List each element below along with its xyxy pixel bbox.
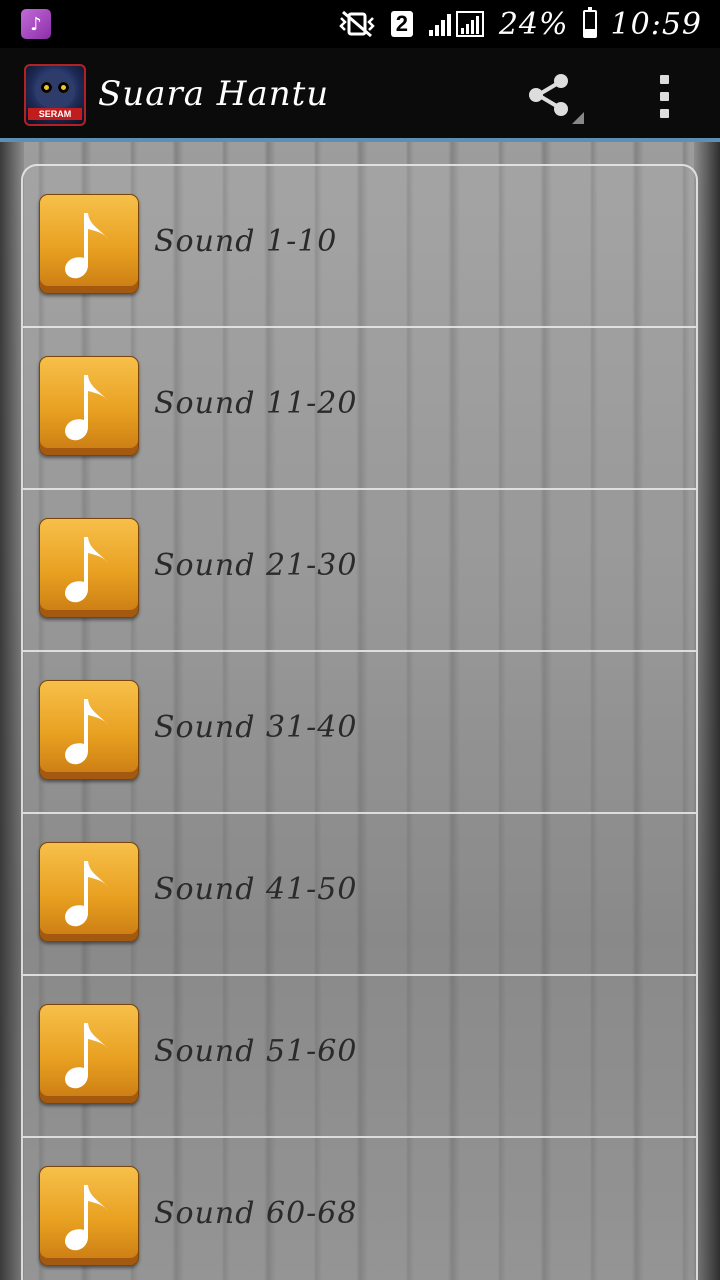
clock: 10:59 (610, 6, 702, 42)
share-button[interactable] (520, 66, 586, 126)
music-note-icon (39, 842, 139, 942)
list-item-label: Sound 31-40 (154, 710, 358, 745)
list-item-sound-11-20[interactable]: Sound 11-20 (23, 328, 696, 490)
list-item-label: Sound 60-68 (154, 1196, 358, 1231)
owl-icon (35, 72, 75, 108)
forest-background: Sound 1-10 Sound 11-20 Sound 21-30 Sound… (0, 142, 720, 1280)
list-item-sound-41-50[interactable]: Sound 41-50 (23, 814, 696, 976)
music-note-icon (39, 680, 139, 780)
music-notification-icon: ♪ (21, 9, 51, 39)
music-note-icon (39, 1004, 139, 1104)
overflow-dot-icon (659, 74, 669, 84)
music-note-icon (39, 356, 139, 456)
list-item-label: Sound 21-30 (154, 548, 358, 583)
vibrate-mute-icon (337, 10, 377, 38)
list-item-sound-21-30[interactable]: Sound 21-30 (23, 490, 696, 652)
list-item-sound-31-40[interactable]: Sound 31-40 (23, 652, 696, 814)
app-logo-text: SERAM (28, 108, 82, 120)
battery-icon (582, 7, 597, 38)
list-item-label: Sound 51-60 (154, 1034, 358, 1069)
music-note-icon (39, 194, 139, 294)
list-item-sound-1-10[interactable]: Sound 1-10 (23, 166, 696, 328)
sim-slot-badge: 2 (390, 11, 413, 37)
battery-percent: 24% (498, 6, 569, 42)
app-logo[interactable]: SERAM (24, 64, 86, 126)
overflow-menu-button[interactable] (646, 68, 682, 124)
status-bar: ♪ 2 24% 10:59 (0, 0, 720, 48)
overflow-dot-icon (659, 108, 669, 118)
action-bar: SERAM Suara Hantu (0, 48, 720, 142)
sound-list: Sound 1-10 Sound 11-20 Sound 21-30 Sound… (21, 164, 698, 1280)
list-item-sound-60-68[interactable]: Sound 60-68 (23, 1138, 696, 1280)
list-item-sound-51-60[interactable]: Sound 51-60 (23, 976, 696, 1138)
music-note-icon (39, 518, 139, 618)
list-item-label: Sound 1-10 (154, 224, 338, 259)
signal-strength-icon (427, 10, 485, 38)
app-title: Suara Hantu (98, 74, 330, 114)
list-item-label: Sound 41-50 (154, 872, 358, 907)
status-indicators: 2 24% 10:59 (337, 0, 702, 48)
overflow-dot-icon (659, 91, 669, 101)
share-icon (529, 74, 568, 116)
list-item-label: Sound 11-20 (154, 386, 358, 421)
music-note-icon (39, 1166, 139, 1266)
